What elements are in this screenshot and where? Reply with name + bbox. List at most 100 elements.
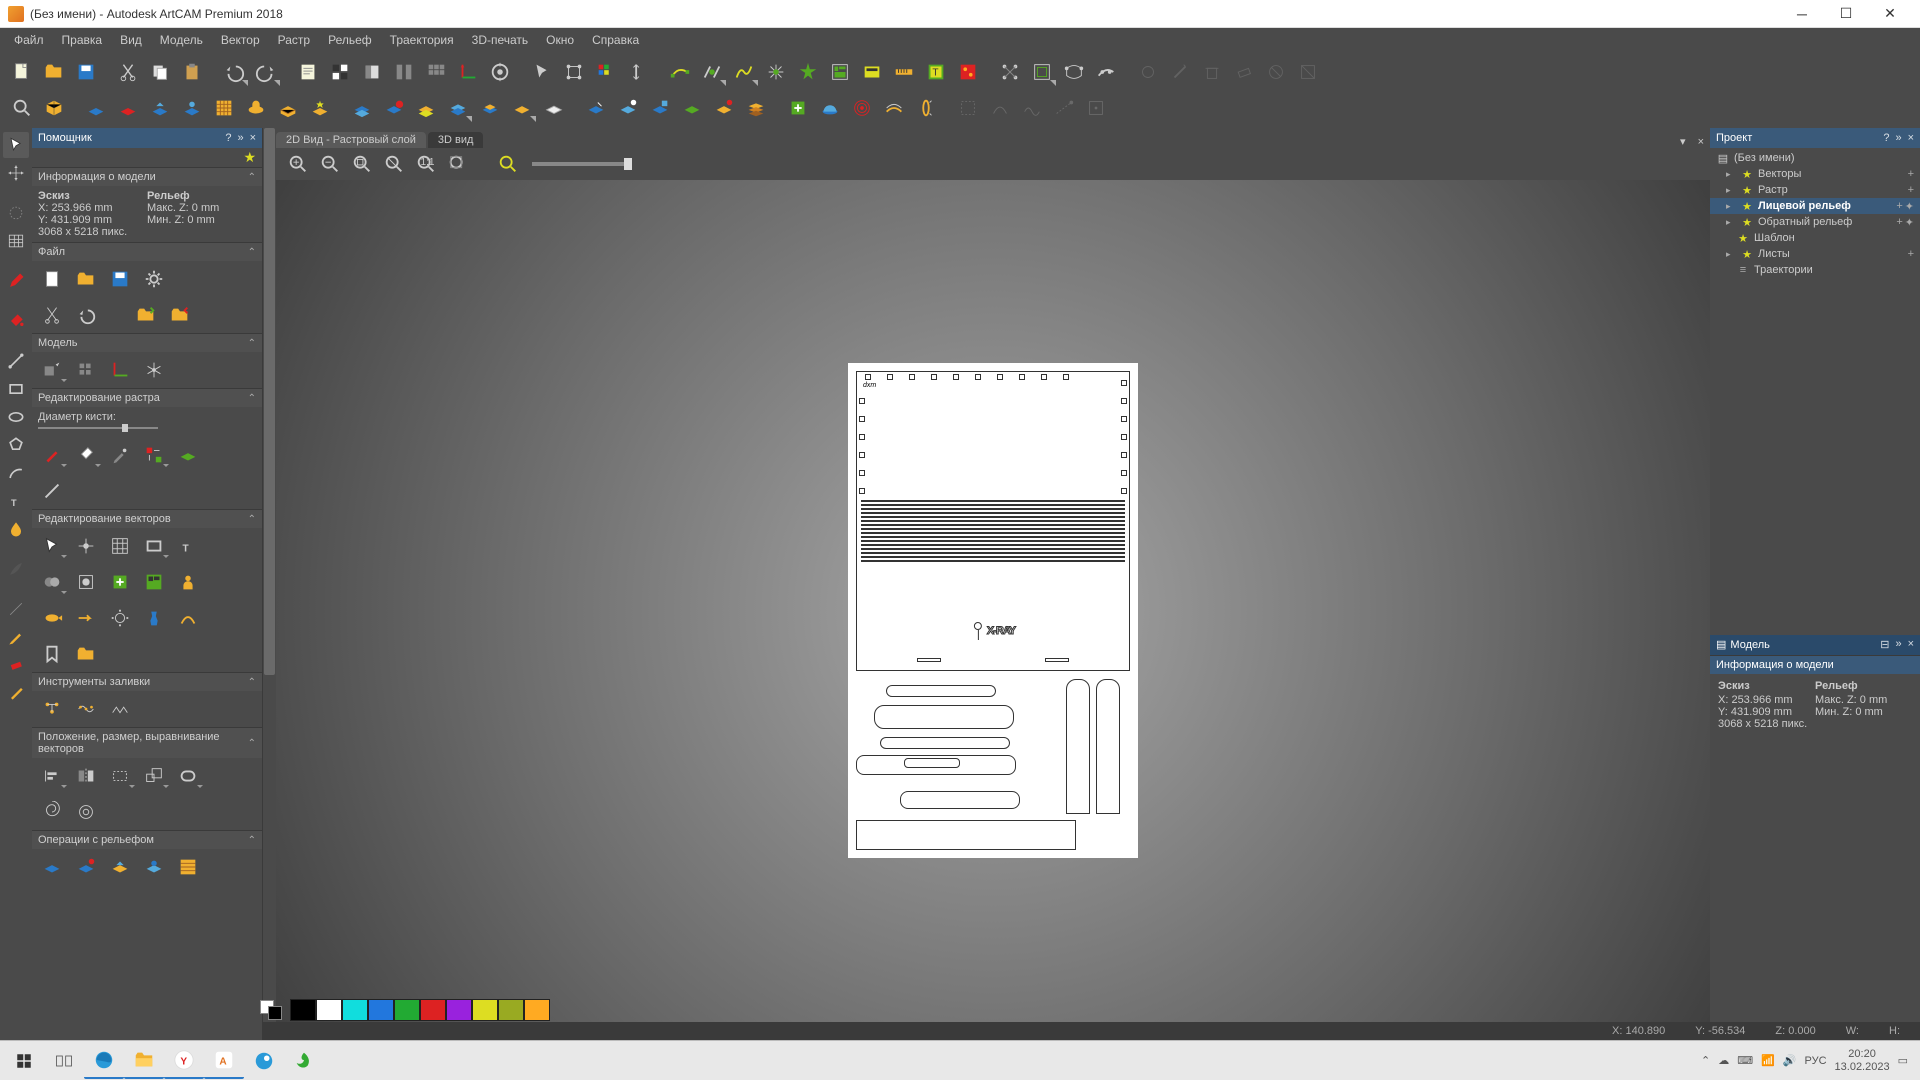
undo2-icon[interactable] xyxy=(72,301,100,329)
offset-icon[interactable] xyxy=(1028,58,1056,86)
wrap-path-icon[interactable] xyxy=(1092,58,1120,86)
add-icon[interactable] xyxy=(784,94,812,122)
zoom-slider[interactable] xyxy=(532,162,632,166)
relief-tool-1-icon[interactable] xyxy=(82,94,110,122)
brush-red-icon[interactable] xyxy=(38,441,66,469)
fill-green-icon[interactable] xyxy=(174,441,202,469)
color-swap-icon[interactable] xyxy=(140,441,168,469)
tray-keyboard-icon[interactable]: ⌨ xyxy=(1737,1054,1753,1067)
order-vectors-icon[interactable] xyxy=(624,58,652,86)
join-vectors-icon[interactable] xyxy=(698,58,726,86)
open-doc-icon[interactable] xyxy=(72,265,100,293)
rect2-icon[interactable] xyxy=(140,532,168,560)
menu-window[interactable]: Окно xyxy=(538,30,582,50)
zoom-all-icon[interactable] xyxy=(444,150,472,178)
relief-weave-icon[interactable] xyxy=(174,853,202,881)
fish-icon[interactable] xyxy=(38,604,66,632)
model-size-icon[interactable] xyxy=(358,58,386,86)
edge-browser-icon[interactable] xyxy=(84,1043,124,1079)
tray-onedrive-icon[interactable]: ☁ xyxy=(1718,1054,1729,1067)
app-green-icon[interactable] xyxy=(284,1043,324,1079)
node2-icon[interactable] xyxy=(72,532,100,560)
add-icon[interactable]: + xyxy=(1908,168,1914,180)
app-blue-icon[interactable] xyxy=(244,1043,284,1079)
envelope-icon[interactable] xyxy=(1060,58,1088,86)
relief-ops-header[interactable]: Операции с рельефом⌃ xyxy=(32,830,262,849)
arrow2-icon[interactable] xyxy=(72,604,100,632)
trash-icon[interactable] xyxy=(1198,58,1226,86)
import-folder-icon[interactable] xyxy=(132,301,160,329)
eyedropper-icon[interactable] xyxy=(106,441,134,469)
pencil-icon[interactable] xyxy=(3,268,29,294)
color-preview[interactable] xyxy=(260,1000,284,1020)
curve-seg-icon[interactable] xyxy=(986,94,1014,122)
scale-icon[interactable] xyxy=(140,762,168,790)
menu-vector[interactable]: Вектор xyxy=(213,30,268,50)
select-arrow-icon[interactable] xyxy=(3,132,29,158)
swatch-orange[interactable] xyxy=(524,999,550,1021)
fill-section-header[interactable]: Инструменты заливки⌃ xyxy=(32,672,262,691)
menu-model[interactable]: Модель xyxy=(152,30,211,50)
layer-blue-icon[interactable] xyxy=(444,94,472,122)
op-blue-1-icon[interactable] xyxy=(582,94,610,122)
undo-icon[interactable] xyxy=(220,58,248,86)
save-icon[interactable] xyxy=(72,58,100,86)
nest2-icon[interactable] xyxy=(140,568,168,596)
trim-icon[interactable] xyxy=(762,58,790,86)
tab-2d-view[interactable]: 2D Вид - Растровый слой xyxy=(276,132,426,148)
redo-icon[interactable] xyxy=(252,58,280,86)
swatch-green[interactable] xyxy=(394,999,420,1021)
rect-icon[interactable] xyxy=(3,376,29,402)
transform-tool-icon[interactable] xyxy=(560,58,588,86)
paste-icon[interactable] xyxy=(178,58,206,86)
grid2-icon[interactable] xyxy=(72,356,100,384)
start-button[interactable] xyxy=(4,1043,44,1079)
grid-icon[interactable] xyxy=(422,58,450,86)
project-help-icon[interactable]: ? xyxy=(1883,132,1889,144)
tree-item-template[interactable]: ★Шаблон xyxy=(1710,230,1920,246)
swatch-blue[interactable] xyxy=(368,999,394,1021)
tabs-close-icon[interactable]: × xyxy=(1692,136,1710,148)
zoom-11-icon[interactable]: 1:1 xyxy=(412,150,440,178)
tray-wifi-icon[interactable]: 📶 xyxy=(1761,1054,1775,1067)
plate-icon[interactable] xyxy=(858,58,886,86)
menu-raster[interactable]: Растр xyxy=(270,30,318,50)
eraser2-icon[interactable] xyxy=(3,652,29,678)
text2-icon[interactable]: T xyxy=(174,532,202,560)
swatch-black[interactable] xyxy=(290,999,316,1021)
dashed-rect-icon[interactable] xyxy=(106,762,134,790)
star-favorite-icon[interactable]: ★ xyxy=(243,149,256,165)
menu-edit[interactable]: Правка xyxy=(54,30,111,50)
new-file-icon[interactable] xyxy=(8,58,36,86)
tray-lang[interactable]: РУС xyxy=(1805,1055,1827,1067)
gear-icon[interactable] xyxy=(106,604,134,632)
turn-icon[interactable] xyxy=(242,94,270,122)
menu-file[interactable]: Файл xyxy=(6,30,52,50)
cut-icon[interactable] xyxy=(114,58,142,86)
zoom-fit-icon[interactable] xyxy=(348,150,376,178)
tray-chevron-up-icon[interactable]: ⌃ xyxy=(1701,1054,1710,1067)
select-colors-icon[interactable] xyxy=(592,58,620,86)
notes-icon[interactable] xyxy=(294,58,322,86)
swatch-purple[interactable] xyxy=(446,999,472,1021)
plus-icon[interactable] xyxy=(106,568,134,596)
eraser-icon[interactable] xyxy=(1230,58,1258,86)
raster-section-header[interactable]: Редактирование растра⌃ xyxy=(32,388,262,407)
gizmo-icon[interactable] xyxy=(140,356,168,384)
curve-smooth-icon[interactable] xyxy=(1018,94,1046,122)
arc-icon[interactable] xyxy=(3,460,29,486)
transform-icon[interactable] xyxy=(3,160,29,186)
disable-icon[interactable] xyxy=(1262,58,1290,86)
lasso-icon[interactable] xyxy=(3,596,29,622)
spiral-icon[interactable] xyxy=(38,798,66,826)
person-icon[interactable] xyxy=(174,568,202,596)
dome-icon[interactable] xyxy=(816,94,844,122)
model-chev-icon[interactable]: » xyxy=(1895,638,1901,651)
swatch-olive[interactable] xyxy=(498,999,524,1021)
radial-icon[interactable] xyxy=(848,94,876,122)
file-section-header[interactable]: Файл⌃ xyxy=(32,242,262,261)
weave-icon[interactable] xyxy=(210,94,238,122)
menu-toolpath[interactable]: Траектория xyxy=(382,30,462,50)
zoom-in-icon[interactable] xyxy=(284,150,312,178)
sweep-star-icon[interactable] xyxy=(306,94,334,122)
